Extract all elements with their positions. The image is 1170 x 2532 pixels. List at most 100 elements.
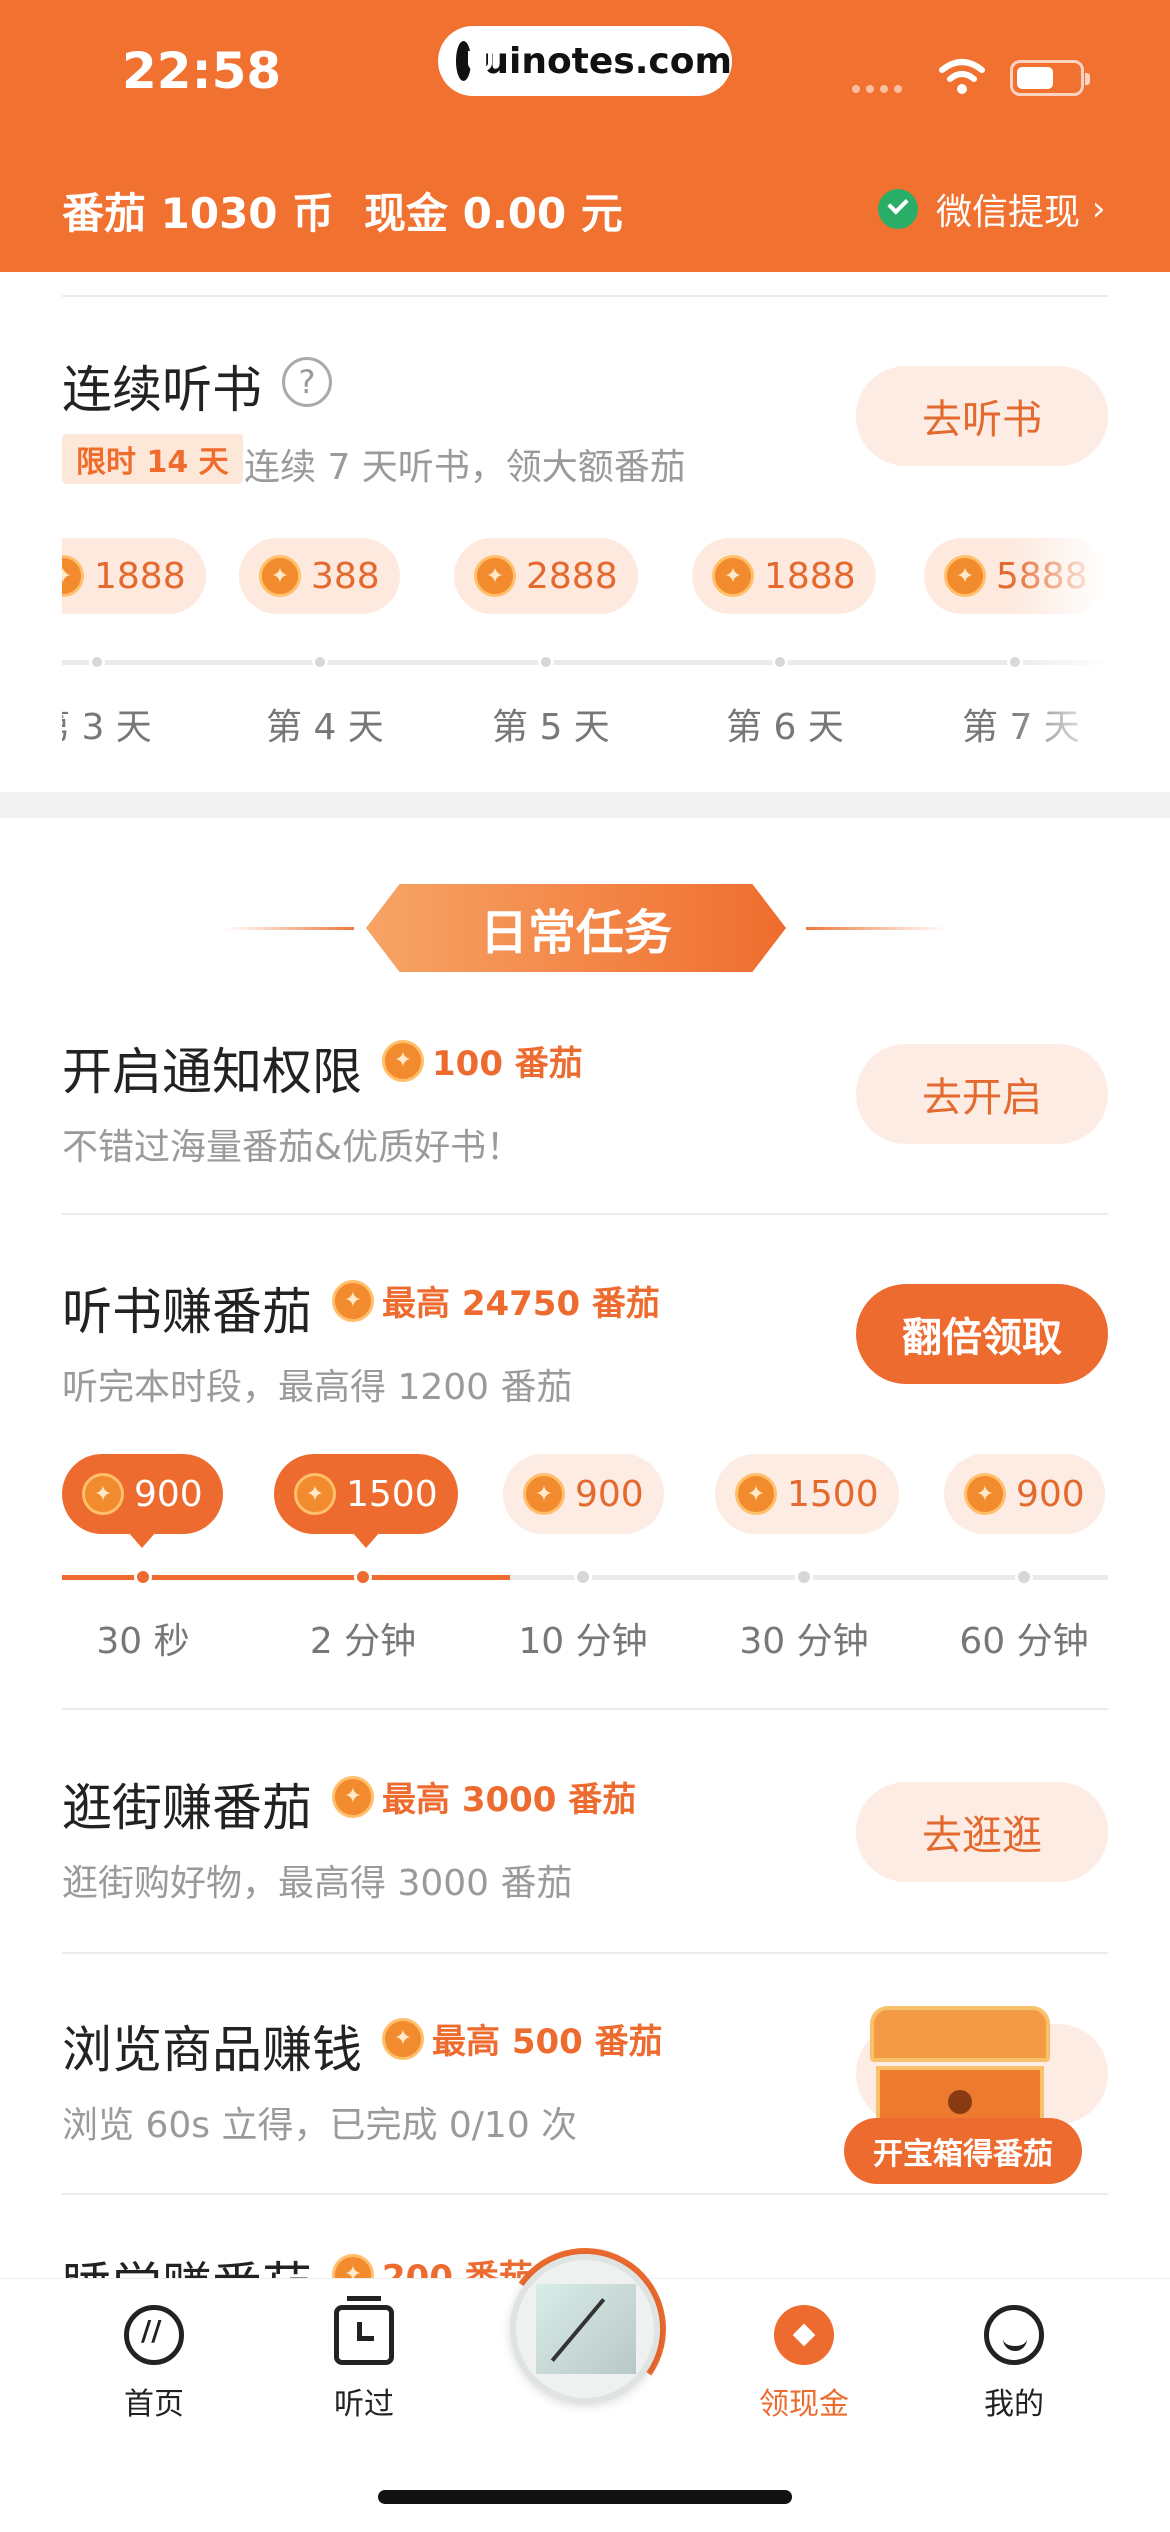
task-reward: ✦ 100 番茄 bbox=[382, 1036, 583, 1085]
task-title-notify: 开启通知权限 bbox=[62, 1043, 362, 1101]
limited-time-badge: 限时 14 天 bbox=[62, 434, 243, 484]
listen-step-label: 2 分钟 bbox=[309, 1621, 417, 1662]
home-icon bbox=[124, 2305, 184, 2365]
help-icon[interactable]: ? bbox=[282, 357, 332, 407]
heading-decor-line bbox=[806, 927, 946, 930]
coin-icon: ✦ bbox=[382, 2017, 424, 2060]
coin-icon: ✦ bbox=[474, 555, 516, 597]
task-subtitle: 浏览 60s 立得，已完成 0/10 次 bbox=[62, 2105, 578, 2146]
listen-reward-pill: ✦ 1500 bbox=[715, 1454, 899, 1534]
site-logo-icon bbox=[456, 41, 493, 81]
coin-icon: ✦ bbox=[735, 1473, 777, 1515]
streak-day-label: 第 4 天 bbox=[266, 707, 384, 748]
streak-day-label: 第 3 天 bbox=[62, 707, 152, 748]
streak-day-label: 第 6 天 bbox=[726, 707, 844, 748]
task-title-shopping: 逛街赚番茄 bbox=[62, 1779, 312, 1837]
streak-reward-pill: ✦ 2888 bbox=[454, 538, 638, 614]
listen-reward-pill: ✦ 900 bbox=[944, 1454, 1105, 1534]
coin-icon: ✦ bbox=[294, 1473, 336, 1515]
withdraw-label: 微信提现 bbox=[936, 192, 1081, 233]
coin-icon: ✦ bbox=[62, 555, 84, 597]
streak-dot bbox=[772, 654, 788, 670]
task-subtitle: 不错过海量番茄&优质好书！ bbox=[62, 1127, 523, 1168]
cash-balance: 现金 0.00 元 bbox=[364, 189, 623, 238]
task-reward: ✦ 最高 500 番茄 bbox=[382, 2014, 663, 2063]
tab-label: 领现金 bbox=[759, 2387, 849, 2422]
url-text: uinotes.com bbox=[483, 40, 732, 82]
now-playing-disc[interactable] bbox=[510, 2254, 660, 2404]
coin-icon: ✦ bbox=[332, 1279, 374, 1322]
listen-reward-pill: ✦ 900 bbox=[62, 1454, 223, 1548]
streak-day-label: 第 5 天 bbox=[492, 707, 610, 748]
home-indicator bbox=[378, 2490, 792, 2504]
coin-icon: ✦ bbox=[944, 555, 986, 597]
profile-icon bbox=[984, 2305, 1044, 2365]
coin-icon: ✦ bbox=[964, 1473, 1006, 1515]
task-title-browse: 浏览商品赚钱 bbox=[62, 2021, 362, 2079]
double-claim-button[interactable]: 翻倍领取 bbox=[856, 1284, 1108, 1384]
listen-progress-dot bbox=[1015, 1568, 1033, 1586]
divider bbox=[62, 1952, 1108, 1954]
listen-reward-pill: ✦ 900 bbox=[503, 1454, 664, 1534]
tab-label: 首页 bbox=[124, 2387, 184, 2422]
tab-cash[interactable]: 领现金 bbox=[724, 2305, 884, 2423]
coin-icon: ✦ bbox=[712, 555, 754, 597]
task-title-listen: 听书赚番茄 bbox=[62, 1283, 312, 1341]
listen-progress-dot bbox=[795, 1568, 813, 1586]
go-listen-button[interactable]: 去听书 bbox=[856, 366, 1108, 466]
go-shopping-button[interactable]: 去逛逛 bbox=[856, 1782, 1108, 1882]
listen-progress-dot bbox=[354, 1568, 372, 1586]
task-reward: ✦ 最高 24750 番茄 bbox=[332, 1276, 660, 1325]
divider bbox=[62, 1213, 1108, 1215]
listen-step-label: 30 分钟 bbox=[739, 1621, 869, 1662]
coin-icon: ✦ bbox=[259, 555, 301, 597]
coin-icon: ✦ bbox=[332, 1775, 374, 1818]
tomato-balance: 番茄 1030 币 bbox=[62, 189, 335, 238]
listen-progress-dot bbox=[574, 1568, 592, 1586]
wechat-withdraw-link[interactable]: 微信提现 › bbox=[878, 183, 1106, 235]
open-chest-button[interactable]: 开宝箱得番茄 bbox=[844, 2118, 1082, 2184]
listen-step-label: 30 秒 bbox=[96, 1621, 190, 1662]
heading-decor-line bbox=[224, 927, 354, 930]
streak-title: 连续听书 bbox=[62, 361, 262, 419]
divider bbox=[62, 295, 1108, 297]
fade-overlay bbox=[1008, 530, 1108, 760]
divider bbox=[62, 2193, 1108, 2195]
tab-label: 听过 bbox=[334, 2387, 394, 2422]
tab-history[interactable]: 听过 bbox=[284, 2296, 444, 2423]
listen-progress-dot bbox=[134, 1568, 152, 1586]
daily-tasks-heading: 日常任务 bbox=[366, 884, 786, 972]
coin-icon: ✦ bbox=[523, 1473, 565, 1515]
tab-home[interactable]: 首页 bbox=[74, 2305, 234, 2423]
task-subtitle: 逛街购好物，最高得 3000 番茄 bbox=[62, 1863, 573, 1904]
listen-reward-pill: ✦ 1500 bbox=[274, 1454, 458, 1548]
tab-label: 我的 bbox=[984, 2387, 1044, 2422]
signal-icon bbox=[852, 85, 902, 93]
streak-progress: ✦1888 ✦388 ✦2888 ✦1888 ✦5888 第 3 天 第 4 天… bbox=[62, 530, 1108, 760]
listen-step-label: 10 分钟 bbox=[518, 1621, 648, 1662]
history-icon bbox=[334, 2296, 394, 2365]
chevron-right-icon: › bbox=[1092, 189, 1106, 229]
task-subtitle: 听完本时段，最高得 1200 番茄 bbox=[62, 1367, 573, 1408]
tab-me[interactable]: 我的 bbox=[934, 2305, 1094, 2423]
streak-track bbox=[62, 660, 1108, 665]
wifi-icon bbox=[939, 59, 985, 94]
coin-icon: ✦ bbox=[82, 1473, 124, 1515]
header: 22:58 uinotes.com 番茄 1030 币 现金 0.00 元 微信… bbox=[0, 0, 1170, 272]
streak-reward-pill: ✦ 388 bbox=[239, 538, 400, 614]
divider bbox=[62, 1708, 1108, 1710]
streak-dot bbox=[538, 654, 554, 670]
status-time: 22:58 bbox=[122, 42, 282, 100]
enable-notify-button[interactable]: 去开启 bbox=[856, 1044, 1108, 1144]
listen-progress-fill bbox=[62, 1575, 510, 1580]
streak-reward-pill: ✦ 1888 bbox=[62, 538, 206, 614]
battery-icon bbox=[1010, 60, 1090, 96]
streak-dot bbox=[312, 654, 328, 670]
coin-icon: ✦ bbox=[382, 1039, 424, 1082]
listen-step-label: 60 分钟 bbox=[959, 1621, 1089, 1662]
streak-subtitle: 连续 7 天听书，领大额番茄 bbox=[244, 447, 686, 488]
cash-icon bbox=[774, 2305, 834, 2365]
streak-dot bbox=[89, 654, 105, 670]
task-reward: ✦ 最高 3000 番茄 bbox=[332, 1772, 636, 1821]
wechat-check-icon bbox=[878, 189, 918, 229]
